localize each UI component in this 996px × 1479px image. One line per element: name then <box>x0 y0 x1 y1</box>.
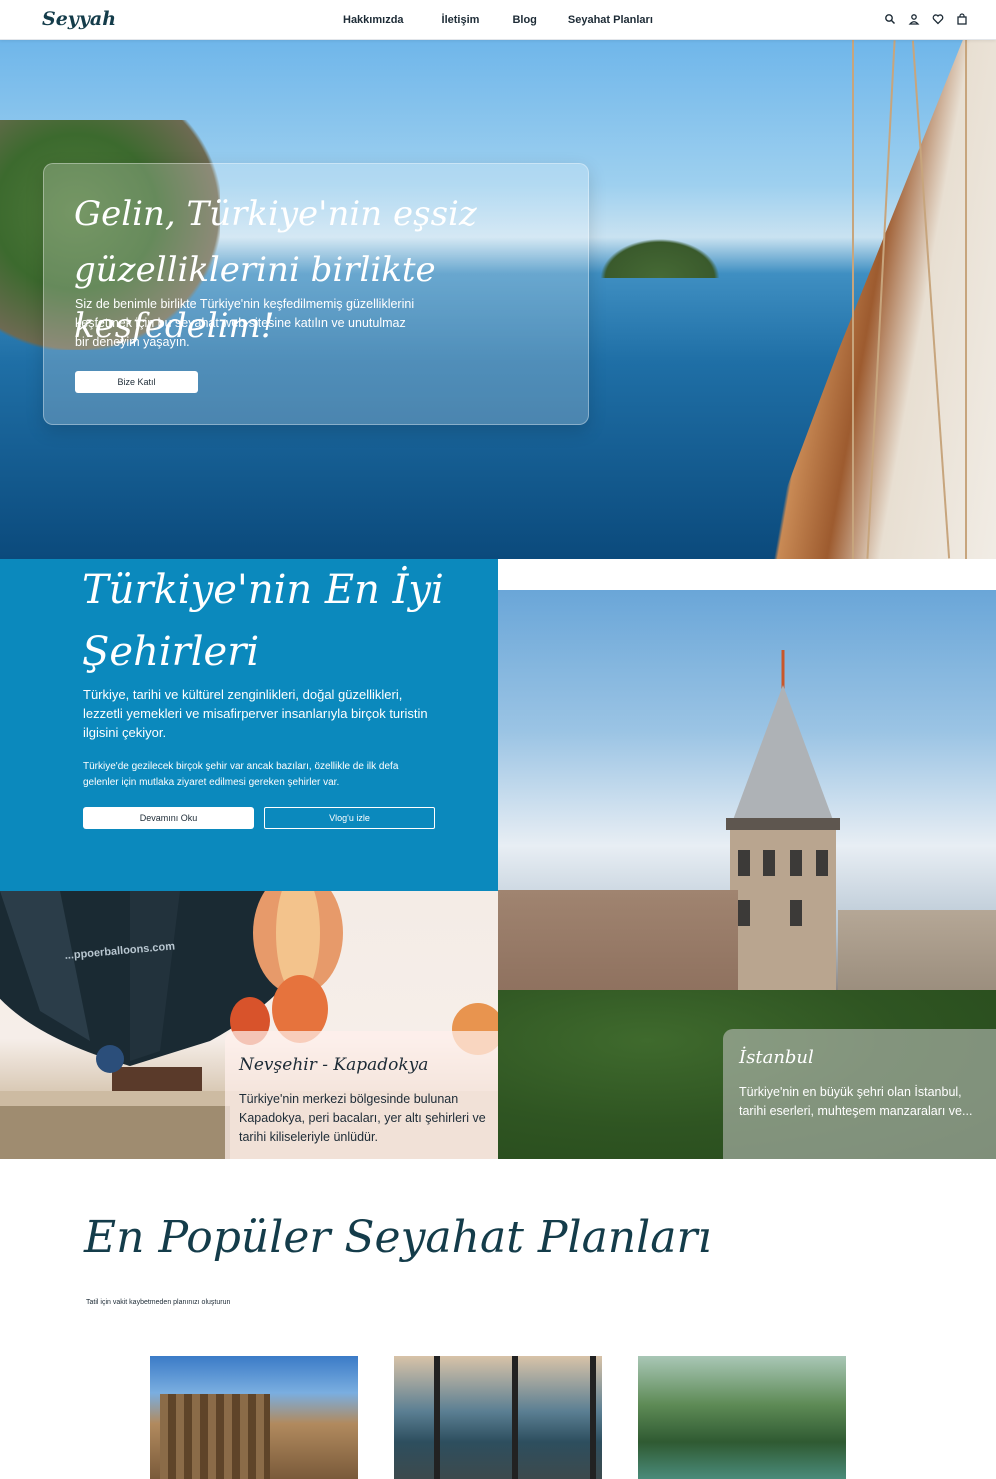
nav-link-travel-plans[interactable]: Seyahat Planları <box>568 14 653 26</box>
join-button[interactable]: Bize Katıl <box>75 371 198 393</box>
istanbul-card[interactable]: İstanbul Türkiye'nin en büyük şehri olan… <box>723 1029 996 1159</box>
watch-vlog-button[interactable]: Vlog'u izle <box>264 807 435 829</box>
kapadokya-text: Türkiye'nin merkezi bölgesinde bulunan K… <box>239 1092 486 1144</box>
kapadokya-title: Nevşehir - Kapadokya <box>239 1055 429 1075</box>
heart-icon[interactable] <box>932 13 944 25</box>
nav-icons <box>884 13 968 25</box>
read-more-button[interactable]: Devamını Oku <box>83 807 254 829</box>
plan-card-ephesus[interactable] <box>150 1356 358 1479</box>
kapadokya-card[interactable]: Nevşehir - Kapadokya Türkiye'nin merkezi… <box>225 1031 498 1159</box>
nav-link-about[interactable]: Hakkımızda <box>343 14 404 26</box>
user-icon[interactable] <box>908 13 920 25</box>
best-cities-intro: Türkiye, tarihi ve kültürel zenginlikler… <box>83 687 428 740</box>
popular-plans-title: En Popüler Seyahat Planları <box>84 1212 712 1263</box>
site-logo[interactable]: Seyyah <box>42 8 116 30</box>
nav-link-contact[interactable]: İletişim <box>442 14 480 26</box>
hero-sailboat <box>760 40 996 559</box>
best-cities-title: Türkiye'nin En İyi Şehirleri <box>82 567 444 675</box>
plan-card-istanbul-view[interactable] <box>394 1356 602 1479</box>
best-cities-section: Türkiye'nin En İyi Şehirleri Türkiye, ta… <box>0 559 498 891</box>
search-icon[interactable] <box>884 13 896 25</box>
bag-icon[interactable] <box>956 13 968 25</box>
best-cities-detail: Türkiye'de gezilecek birçok şehir var an… <box>83 761 399 788</box>
nav-link-blog[interactable]: Blog <box>512 14 536 26</box>
istanbul-title: İstanbul <box>739 1047 814 1068</box>
hero-text: Siz de benimle birlikte Türkiye'nin keşf… <box>75 297 415 349</box>
popular-plans-subtitle: Tatil için vakit kaybetmeden planınızı o… <box>86 1299 231 1306</box>
istanbul-text: Türkiye'nin en büyük şehri olan İstanbul… <box>739 1085 973 1118</box>
nav-links: Hakkımızda İletişim Blog Seyahat Planlar… <box>343 14 691 26</box>
hero-card: Gelin, Türkiye'nin eşsiz güzelliklerini … <box>43 163 589 425</box>
plan-card-nature[interactable] <box>638 1356 846 1479</box>
top-navbar: Seyyah Hakkımızda İletişim Blog Seyahat … <box>0 0 996 40</box>
hero-section: Gelin, Türkiye'nin eşsiz güzelliklerini … <box>0 40 996 559</box>
hero-island-right <box>590 232 730 278</box>
